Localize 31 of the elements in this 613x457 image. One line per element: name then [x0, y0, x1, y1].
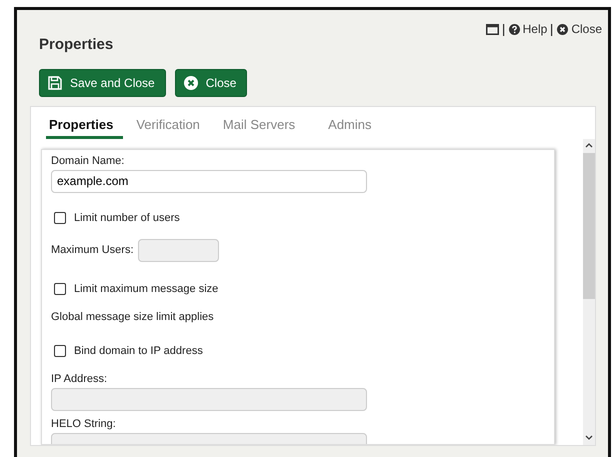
field-label: Maximum Users:	[51, 243, 134, 257]
dialog-title: Properties	[39, 35, 114, 55]
window-icon[interactable]	[486, 24, 499, 36]
scroll-down-icon[interactable]	[585, 434, 593, 440]
tab[interactable]: Verification	[133, 114, 210, 138]
field-label: Domain Name:	[51, 154, 126, 168]
checkbox[interactable]	[54, 212, 66, 224]
scroll-up-icon[interactable]	[585, 142, 593, 148]
tab[interactable]: Mail Servers	[220, 114, 306, 138]
info-text: Global message size limit applies	[51, 310, 214, 322]
help-link[interactable]: Help	[508, 20, 548, 38]
save-and-close-button[interactable]: Save and Close	[39, 68, 166, 96]
field-label: HELO String:	[51, 416, 117, 430]
checkbox-label: Limit maximum message size	[74, 282, 218, 296]
close-icon	[557, 24, 568, 34]
scrollbar[interactable]	[583, 138, 595, 444]
tab[interactable]: Properties	[46, 114, 124, 138]
separator-icon	[551, 24, 554, 36]
tab[interactable]: Admins	[325, 114, 382, 138]
checkbox-label: Limit number of users	[74, 210, 180, 224]
help-icon	[508, 24, 520, 34]
checkbox[interactable]	[54, 344, 66, 356]
close-link[interactable]: Close	[557, 20, 602, 38]
close-icon	[184, 76, 198, 90]
field-label: IP Address:	[51, 372, 108, 386]
checkbox-label: Bind domain to IP address	[74, 344, 203, 358]
checkbox[interactable]	[54, 282, 66, 294]
input-field[interactable]: example.com	[51, 170, 367, 192]
close-button[interactable]: Close	[174, 68, 248, 96]
save-icon	[48, 76, 62, 90]
separator-icon	[502, 24, 505, 36]
